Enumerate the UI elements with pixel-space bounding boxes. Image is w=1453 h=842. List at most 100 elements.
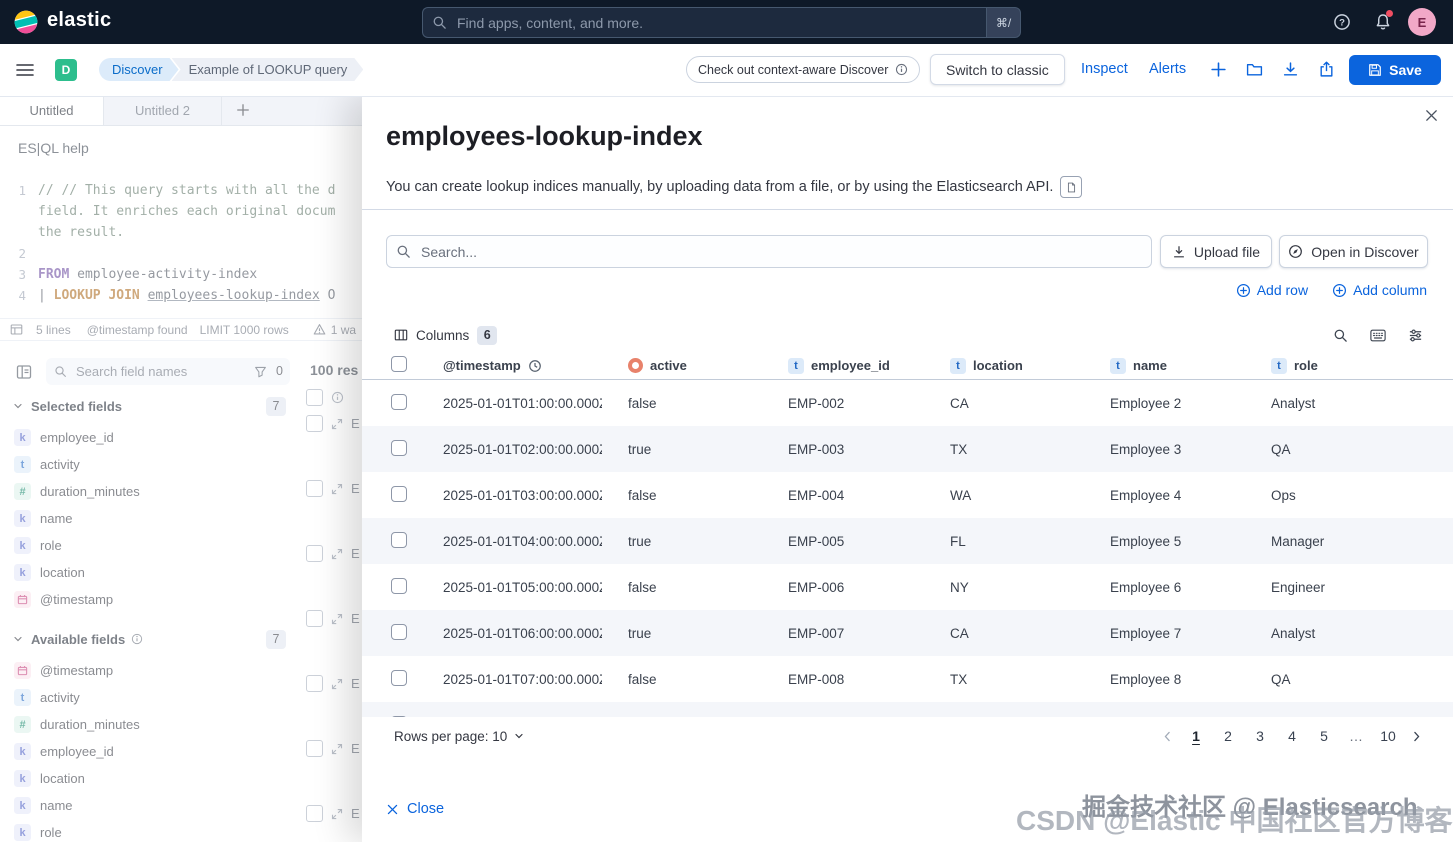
display-options-button[interactable] [1408,328,1423,343]
table-cell: false [602,672,762,687]
header-select-all [362,356,417,375]
page-button-…: … [1342,725,1370,747]
column-header-@timestamp[interactable]: @timestamp [417,358,602,373]
pager: 12345…10 [1157,725,1427,747]
column-label: role [1294,358,1318,373]
save-button[interactable]: Save [1349,55,1441,85]
column-header-location[interactable]: tlocation [924,358,1084,374]
add-column-label: Add column [1353,282,1427,298]
page-button-5[interactable]: 5 [1310,725,1338,747]
row-select [362,532,417,551]
table-cell: Employee 5 [1084,534,1245,549]
table-cell: QA [1245,672,1453,687]
text-field-icon: t [950,358,966,374]
flyout-title: employees-lookup-index [386,121,703,152]
api-docs-button[interactable] [1060,176,1082,198]
new-item-button[interactable] [1210,61,1227,78]
column-header-active[interactable]: active [602,358,762,373]
upload-icon [1172,245,1186,259]
table-pagination: Rows per page: 10 12345…10 [394,722,1427,750]
page-button-1[interactable]: 1 [1182,725,1210,747]
row-checkbox[interactable] [391,578,407,594]
row-checkbox[interactable] [391,394,407,410]
table-cell: Engineer [1245,580,1453,595]
row-select [362,486,417,505]
context-aware-banner-button[interactable]: Check out context-aware Discover [686,56,920,83]
column-label: @timestamp [443,358,521,373]
row-checkbox[interactable] [391,440,407,456]
lookup-index-flyout: employees-lookup-index You can create lo… [362,96,1453,842]
global-search-input[interactable] [422,7,986,38]
close-flyout-button[interactable]: Close [386,801,444,817]
keyboard-shortcuts-button[interactable] [1370,329,1386,342]
page-button-4[interactable]: 4 [1278,725,1306,747]
table-cell: Employee 4 [1084,488,1245,503]
table-cell: TX [924,442,1084,457]
add-row-label: Add row [1257,282,1308,298]
download-button[interactable] [1282,61,1299,78]
help-button[interactable]: ? [1333,13,1351,31]
datagrid-toolbar: Columns 6 [394,324,1423,346]
row-select [362,394,417,413]
keyboard-shortcut-hint: ⌘/ [986,7,1021,38]
search-icon [432,15,447,30]
select-all-checkbox[interactable] [391,356,407,372]
table-cell: false [602,396,762,411]
page-button-2[interactable]: 2 [1214,725,1242,747]
open-folder-button[interactable] [1246,61,1263,78]
column-label: employee_id [811,358,890,373]
next-page-button[interactable] [1406,730,1427,743]
upload-file-button[interactable]: Upload file [1160,235,1272,268]
space-avatar[interactable]: D [55,59,77,81]
page-button-3[interactable]: 3 [1246,725,1274,747]
row-checkbox[interactable] [391,670,407,686]
previous-page-button[interactable] [1157,730,1178,743]
add-column-button[interactable]: Add column [1332,282,1427,298]
table-cell: Manager [1245,534,1453,549]
table-cell: CA [924,626,1084,641]
elastic-logo-icon[interactable] [13,9,39,35]
table-cell: Employee 2 [1084,396,1245,411]
notifications-button[interactable] [1374,13,1392,31]
alerts-button[interactable]: Alerts [1149,61,1186,77]
share-button[interactable] [1318,61,1335,78]
column-header-name[interactable]: tname [1084,358,1245,374]
row-checkbox[interactable] [391,716,407,718]
table-cell: true [602,626,762,641]
column-header-role[interactable]: trole [1245,358,1453,374]
table-row: 2025-01-01T07:00:00.000ZfalseEMP-008TXEm… [362,656,1453,702]
grid-search-button[interactable] [1333,328,1348,343]
row-checkbox[interactable] [391,486,407,502]
close-flyout-icon-button[interactable] [1424,108,1439,123]
columns-button[interactable]: Columns 6 [394,326,497,345]
row-checkbox[interactable] [391,532,407,548]
open-in-discover-button[interactable]: Open in Discover [1279,235,1428,268]
column-header-employee_id[interactable]: temployee_id [762,358,924,374]
table-cell: Employee 8 [1084,672,1245,687]
breadcrumb-discover[interactable]: Discover [99,58,179,81]
table-cell: false [602,580,762,595]
table-cell: EMP-003 [762,442,924,457]
save-label: Save [1389,62,1422,78]
watermark-csdn: CSDN @Elastic 中国社区官方博客 [1016,799,1452,839]
divider [362,209,1453,210]
table-cell: 2025-01-01T04:00:00.000Z [417,534,602,549]
table-cell: EMP-006 [762,580,924,595]
table-body: 2025-01-01T01:00:00.000ZfalseEMP-002CAEm… [362,380,1453,717]
page-button-10[interactable]: 10 [1374,725,1402,747]
table-cell: 2025-01-01T06:00:00.000Z [417,626,602,641]
add-row-button[interactable]: Add row [1236,282,1308,298]
table-search-input[interactable] [386,235,1152,268]
switch-to-classic-button[interactable]: Switch to classic [930,54,1065,85]
table-cell: true [602,534,762,549]
inspect-button[interactable]: Inspect [1081,61,1128,77]
table-cell: Analyst [1245,626,1453,641]
app-toolbar: D Discover Example of LOOKUP query Check… [0,44,1453,97]
table-row: 2025-01-01T06:00:00.000ZtrueEMP-007CAEmp… [362,610,1453,656]
table-cell: FL [924,534,1084,549]
rows-per-page-button[interactable]: Rows per page: 10 [394,729,525,744]
menu-button[interactable] [16,63,34,77]
row-checkbox[interactable] [391,624,407,640]
user-avatar[interactable]: E [1408,8,1436,36]
global-search: ⌘/ [422,7,1021,38]
